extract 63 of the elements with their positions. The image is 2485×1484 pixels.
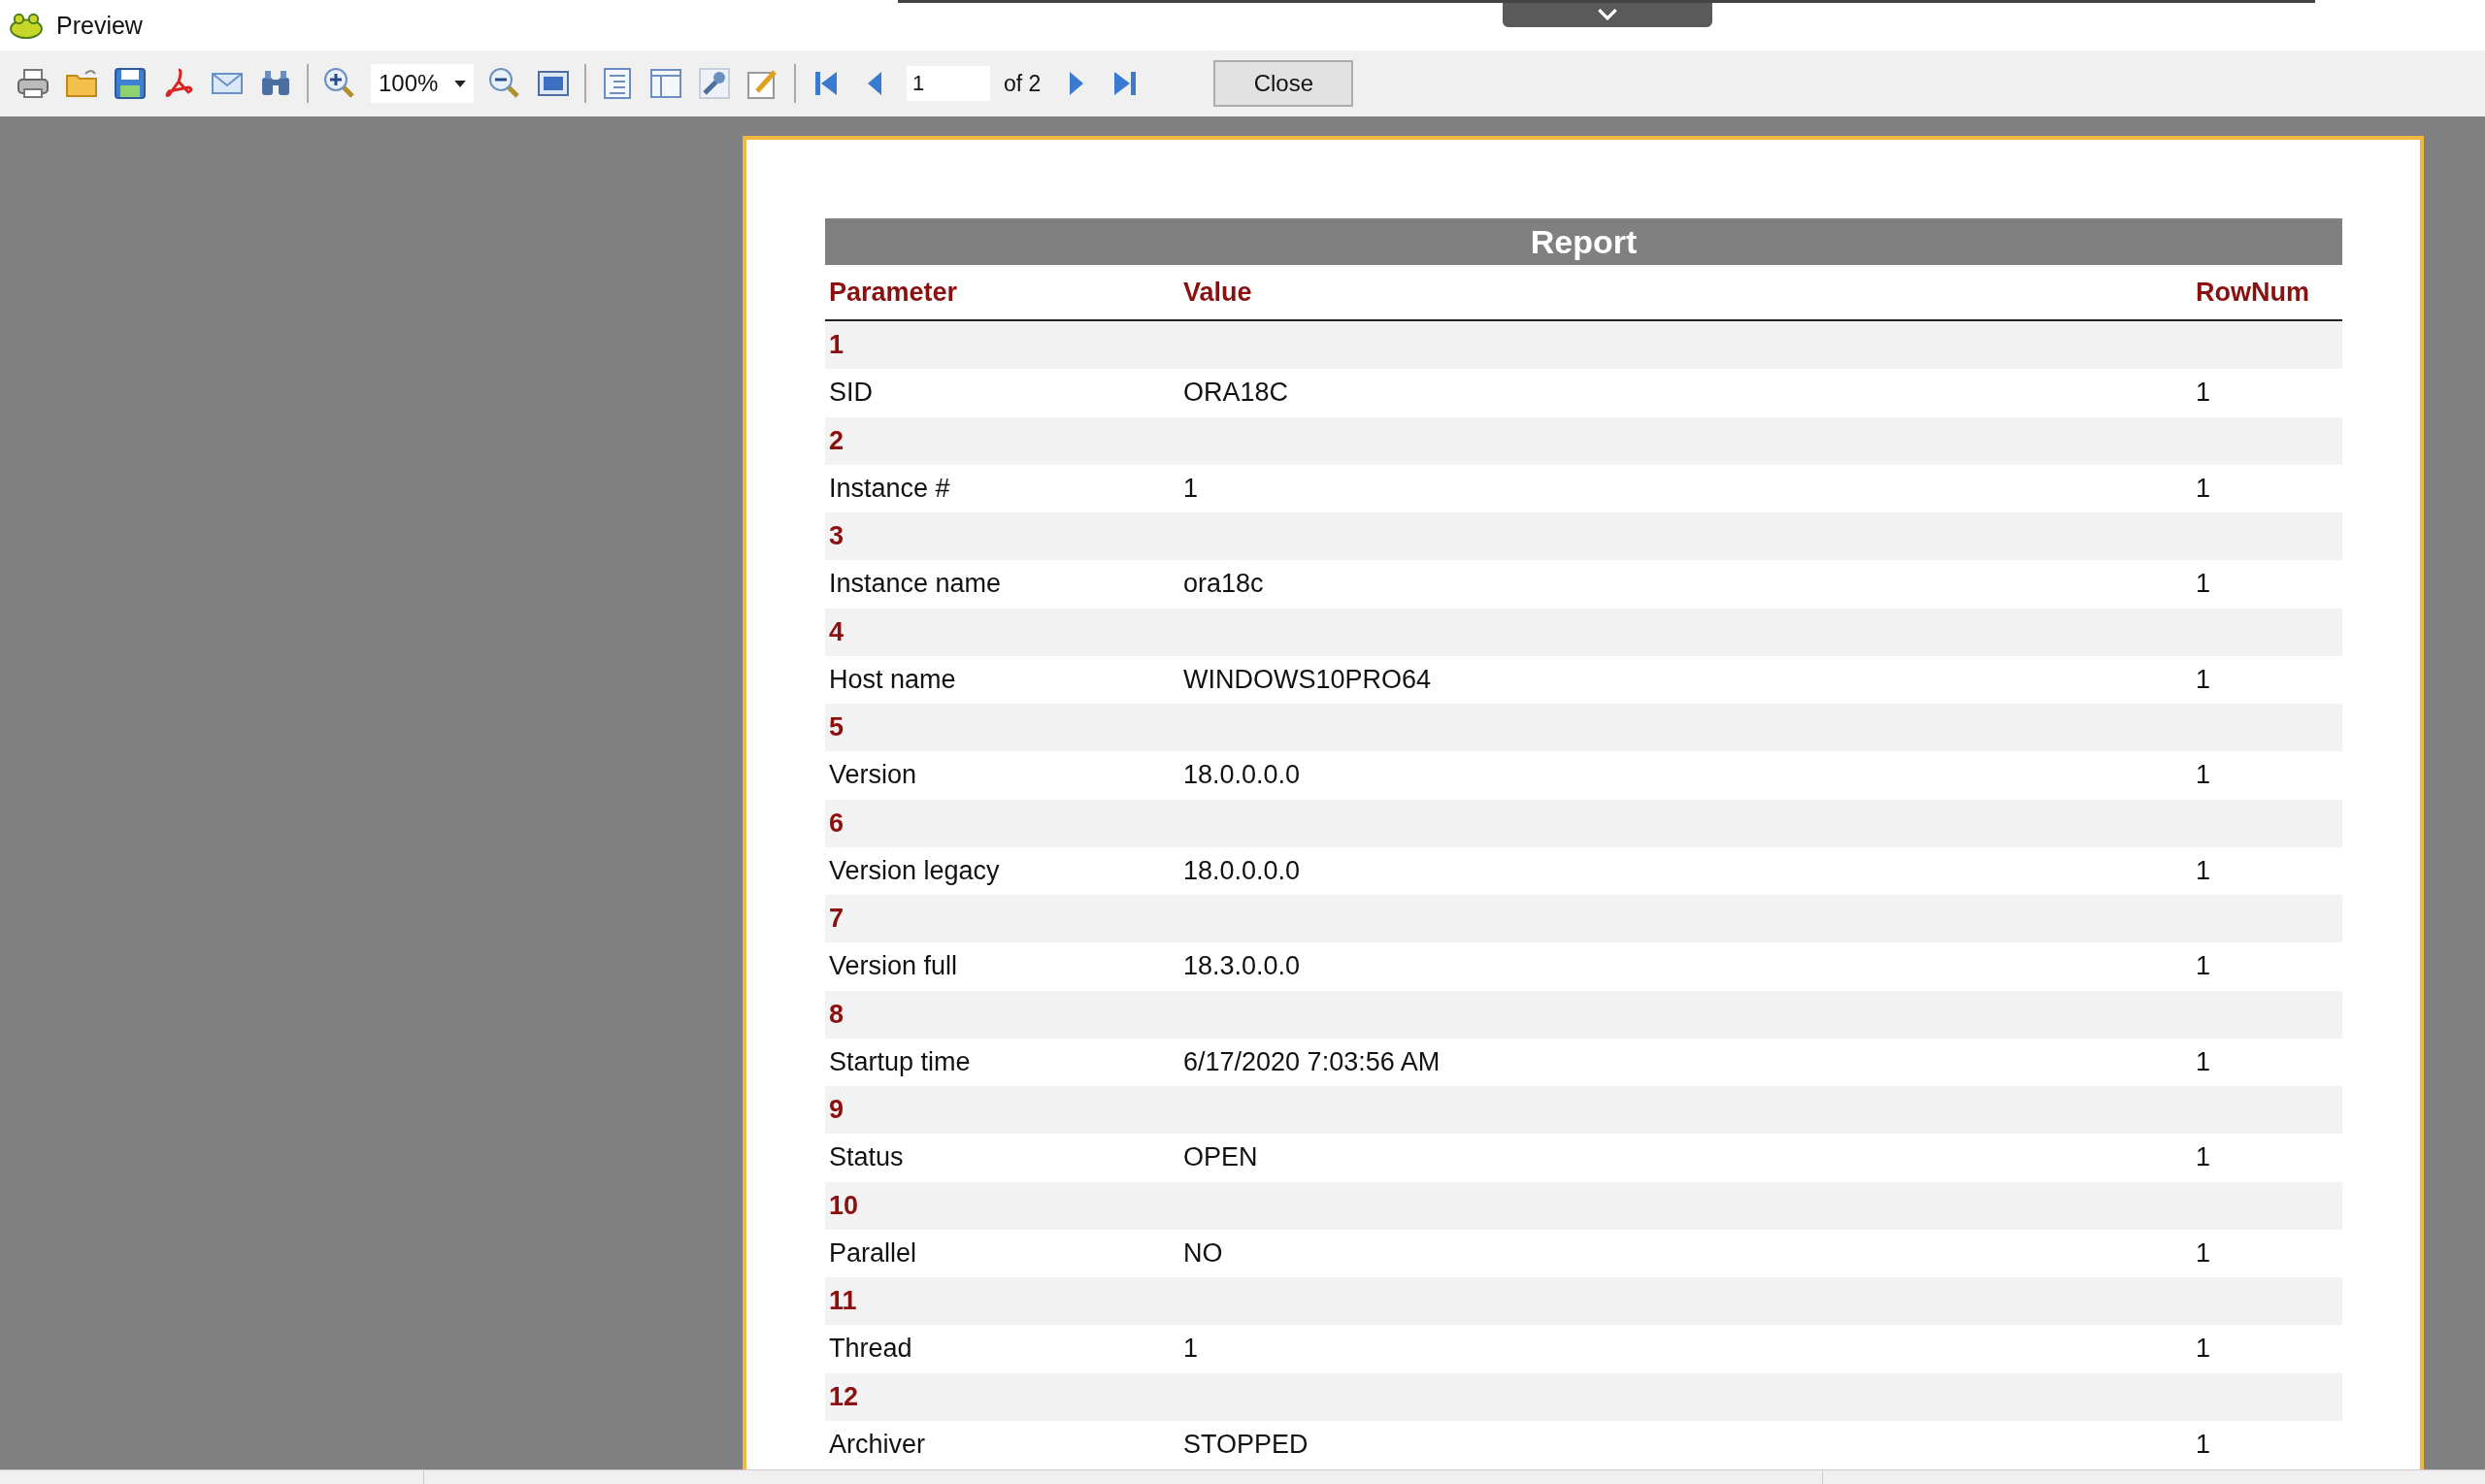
column-header: RowNum bbox=[2195, 277, 2310, 308]
table-cell-text: 1 bbox=[2195, 1142, 2212, 1173]
close-button[interactable]: Close bbox=[1213, 60, 1354, 107]
window-title: Preview bbox=[56, 11, 143, 40]
group-number: 1 bbox=[828, 330, 845, 360]
table-cell-text: 1 bbox=[2195, 1429, 2212, 1460]
page-count: of 2 bbox=[1004, 70, 1042, 97]
group-number: 5 bbox=[828, 712, 845, 742]
table-cell-text: 1 bbox=[2195, 951, 2212, 982]
table-cell-text: 1 bbox=[2195, 473, 2212, 504]
group-number: 12 bbox=[828, 1381, 859, 1412]
group-number: 6 bbox=[828, 808, 845, 839]
report-title: Report bbox=[825, 218, 2342, 265]
table-cell-text: STOPPED bbox=[1182, 1429, 1309, 1460]
dropdown-arrow-icon bbox=[454, 80, 466, 87]
table-cell-text: Status bbox=[828, 1142, 905, 1173]
group-number: 8 bbox=[828, 999, 845, 1030]
table-cell-text: 1 bbox=[2195, 855, 2212, 886]
save-icon[interactable] bbox=[113, 66, 148, 101]
table-cell-text: 1 bbox=[2195, 1237, 2212, 1269]
table-cell-text: NO bbox=[1182, 1237, 1224, 1269]
chevron-down-icon bbox=[1597, 7, 1618, 20]
table-cell-text: ORA18C bbox=[1182, 378, 1290, 409]
print-icon[interactable] bbox=[16, 66, 50, 101]
table-cell-text: Version bbox=[828, 760, 918, 791]
table-cell-text: SID bbox=[828, 378, 874, 409]
page-layout-icon[interactable] bbox=[648, 66, 683, 101]
table-cell-text: 6/17/2020 7:03:56 AM bbox=[1182, 1046, 1441, 1077]
table-cell-text: 1 bbox=[2195, 1046, 2212, 1077]
table-cell-text: Startup time bbox=[828, 1046, 972, 1077]
table-cell-text: Version legacy bbox=[828, 855, 1001, 886]
group-number: 9 bbox=[828, 1095, 845, 1125]
table-cell-text: 1 bbox=[2195, 378, 2212, 409]
table-cell-text: 1 bbox=[1182, 473, 1200, 504]
table-cell-text: 1 bbox=[2195, 760, 2212, 791]
table-cell-text: 1 bbox=[2195, 1334, 2212, 1365]
group-number: 3 bbox=[828, 521, 845, 551]
column-header: Parameter bbox=[828, 277, 959, 308]
zoom-combo[interactable]: 100% bbox=[371, 64, 474, 103]
table-cell-text: WINDOWS10PRO64 bbox=[1182, 664, 1433, 695]
page-number-field[interactable]: 1 bbox=[907, 66, 990, 101]
table-cell-text: Version full bbox=[828, 951, 959, 982]
group-number: 10 bbox=[828, 1190, 859, 1221]
table-cell-text: Archiver bbox=[828, 1429, 927, 1460]
table-cell-text: ora18c bbox=[1182, 569, 1265, 600]
group-number: 11 bbox=[828, 1286, 857, 1316]
table-cell-text: 1 bbox=[2195, 664, 2212, 695]
column-header: Value bbox=[1182, 277, 1253, 308]
table-cell-text: 18.0.0.0.0 bbox=[1182, 855, 1302, 886]
table-cell-text: 18.3.0.0.0 bbox=[1182, 951, 1302, 982]
group-number: 2 bbox=[828, 425, 845, 456]
table-cell-text: OPEN bbox=[1182, 1142, 1259, 1173]
table-cell-text: Host name bbox=[828, 664, 957, 695]
table-cell-text: Instance name bbox=[828, 569, 1003, 600]
group-number: 4 bbox=[828, 616, 845, 647]
table-cell-text: Parallel bbox=[828, 1237, 918, 1269]
table-cell-text: Instance # bbox=[828, 473, 951, 504]
table-cell-text: 1 bbox=[1182, 1334, 1200, 1365]
table-cell-text: 1 bbox=[2195, 569, 2212, 600]
table-cell-text: Thread bbox=[828, 1334, 913, 1365]
table-cell-text: 18.0.0.0.0 bbox=[1182, 760, 1302, 791]
group-number: 7 bbox=[828, 904, 845, 934]
app-icon bbox=[8, 11, 45, 40]
